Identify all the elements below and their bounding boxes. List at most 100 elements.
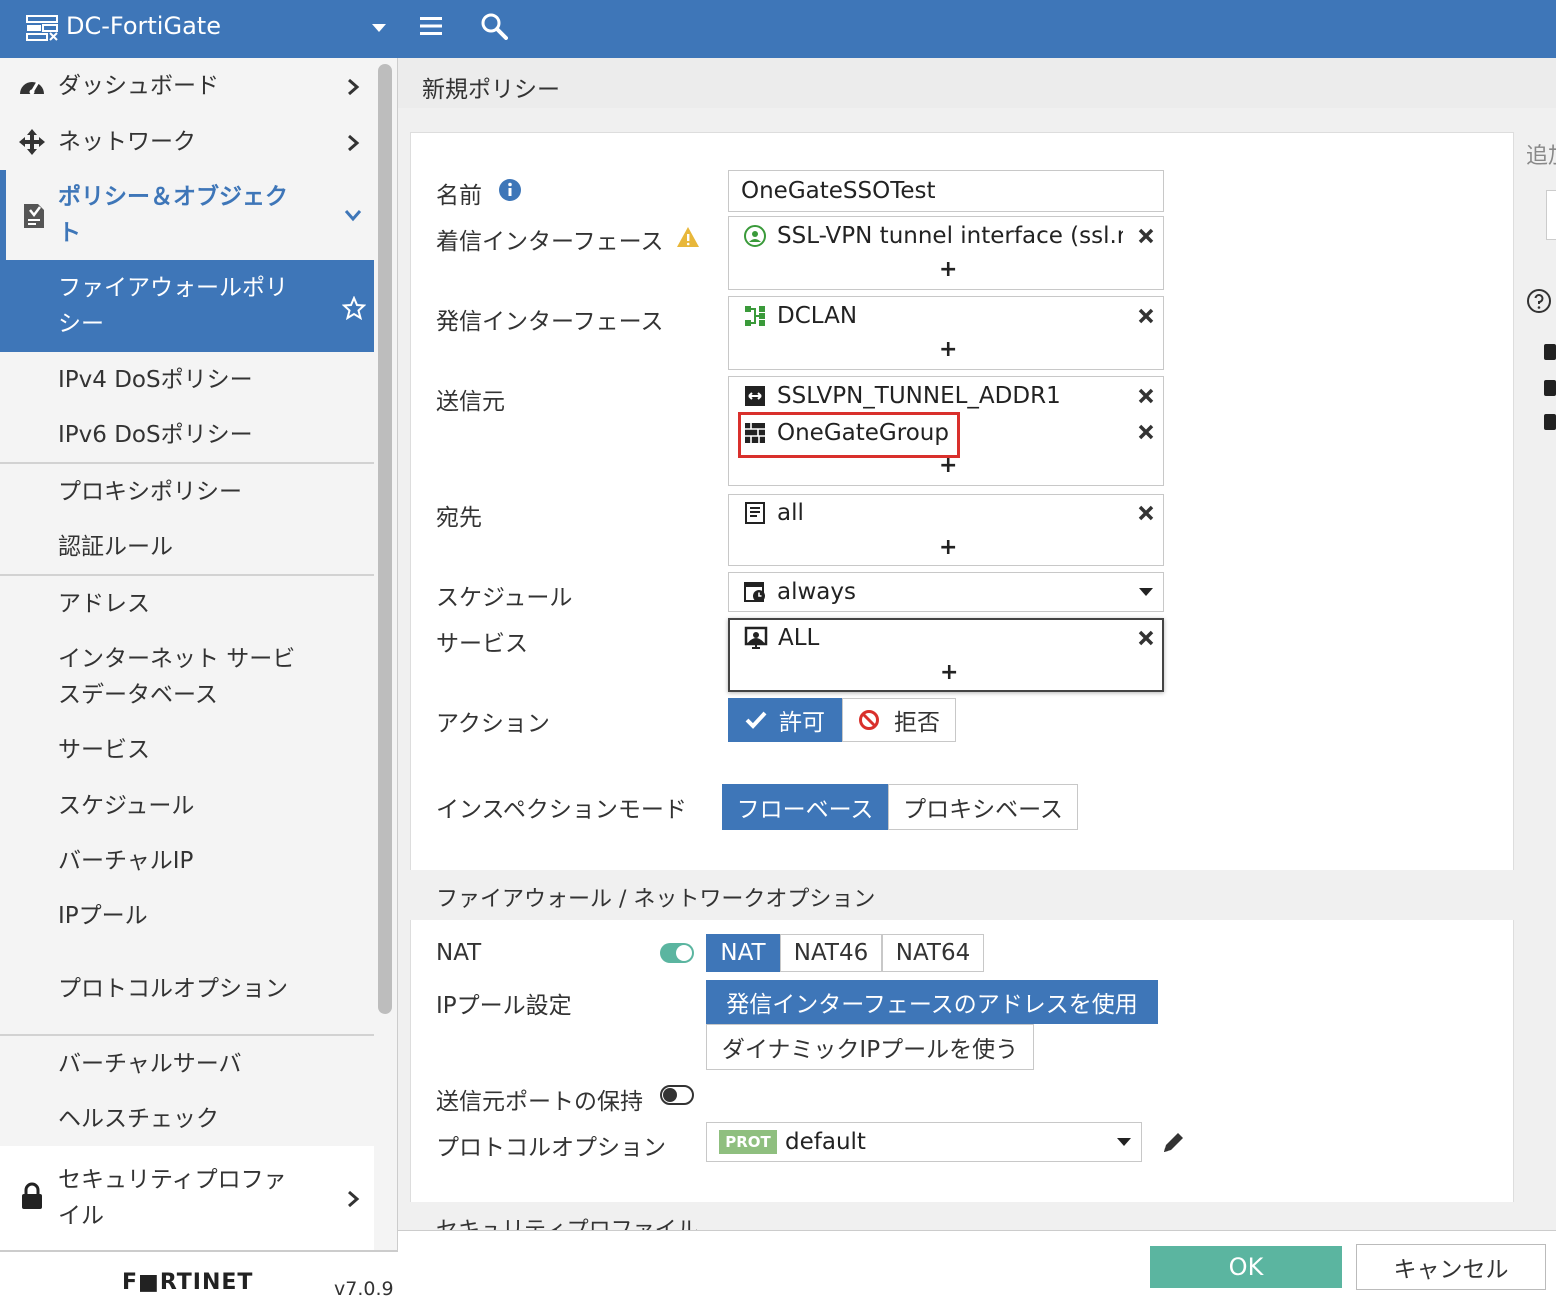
sidebar-label-health-check: ヘルスチェック xyxy=(58,1106,219,1132)
sidebar-label-virtual-ip: バーチャルIP xyxy=(58,848,194,874)
ip-pool-dynamic-button[interactable]: ダイナミックIPプールを使う xyxy=(706,1024,1034,1070)
preserve-source-port-toggle[interactable] xyxy=(660,1085,694,1105)
sidebar-item-dashboard[interactable]: ダッシュボード xyxy=(0,58,374,114)
destination-entry: all xyxy=(743,500,804,526)
sidebar-label-security-profiles: セキュリティプロファイル xyxy=(58,1167,287,1229)
inspection-mode-label: インスペクションモード xyxy=(436,797,687,823)
sidebar-item-protocol-options[interactable]: プロトコルオプション xyxy=(0,944,374,1034)
security-profiles-header: セキュリティプロファイル xyxy=(410,1202,1514,1232)
sidebar-item-internet-service-db[interactable]: インターネット サービスデータベース xyxy=(0,632,374,722)
ok-button[interactable]: OK xyxy=(1150,1246,1342,1288)
sidebar-item-virtual-ip[interactable]: バーチャルIP xyxy=(0,834,374,888)
dashboard-gauge-icon xyxy=(20,81,44,95)
sidebar-item-firewall-policy[interactable]: ファイアウォールポリシー xyxy=(0,260,374,352)
sidebar-label-services: サービス xyxy=(58,737,150,763)
sidebar-label-dashboard: ダッシュボード xyxy=(58,73,219,99)
warning-icon xyxy=(677,227,699,247)
sidebar-item-ip-pools[interactable]: IPプール xyxy=(0,888,374,944)
schedule-value: always xyxy=(777,579,856,605)
add-plus-icon[interactable]: + xyxy=(939,535,957,560)
sidebar-item-services[interactable]: サービス xyxy=(0,722,374,778)
address-range-icon xyxy=(745,386,765,406)
nat-option-nat64[interactable]: NAT64 xyxy=(882,934,984,972)
protocol-options-value: default xyxy=(785,1129,866,1155)
side-panel-title: 追加 xyxy=(1526,144,1556,169)
nat-option-nat46[interactable]: NAT46 xyxy=(780,934,882,972)
side-panel-icon xyxy=(1544,344,1556,360)
remove-icon[interactable] xyxy=(1137,423,1155,441)
schedule-select[interactable]: always xyxy=(728,572,1164,612)
sidebar-label-proxy-policy: プロキシポリシー xyxy=(58,479,242,505)
sidebar-item-ipv6-dos[interactable]: IPv6 DoSポリシー xyxy=(0,408,374,462)
checkmark-icon xyxy=(745,711,767,729)
side-panel-icon xyxy=(1544,414,1556,430)
sidebar-item-addresses[interactable]: アドレス xyxy=(0,576,374,632)
add-plus-icon[interactable]: + xyxy=(940,660,958,685)
schedule-clock-icon xyxy=(744,582,765,602)
info-icon[interactable] xyxy=(498,178,522,202)
source-label: 送信元 xyxy=(436,389,505,415)
schedule-label: スケジュール xyxy=(436,585,573,611)
incoming-interface-entry: SSL-VPN tunnel interface (ssl.roo xyxy=(743,223,1123,249)
name-input[interactable]: OneGateSSOTest xyxy=(728,170,1164,212)
inspection-mode-toggle-group: フローベース プロキシベース xyxy=(722,784,1078,830)
incoming-interface-field[interactable]: SSL-VPN tunnel interface (ssl.roo + xyxy=(728,216,1164,290)
favorite-star-icon[interactable] xyxy=(342,296,366,320)
inspection-proxy-button[interactable]: プロキシベース xyxy=(888,784,1078,830)
sidebar: ダッシュボード ネットワーク ポリシー＆オブジェクト ファイアウォールポリシー … xyxy=(0,58,398,1308)
nat-option-nat[interactable]: NAT xyxy=(706,934,780,972)
nat-toggle[interactable] xyxy=(660,943,694,963)
sidebar-item-policy-objects[interactable]: ポリシー＆オブジェクト xyxy=(0,170,374,260)
chevron-right-icon xyxy=(348,1190,360,1208)
source-entry: SSLVPN_TUNNEL_ADDR1 xyxy=(743,383,1061,409)
sidebar-label-virtual-server: バーチャルサーバ xyxy=(58,1051,242,1077)
sidebar-item-health-check[interactable]: ヘルスチェック xyxy=(0,1092,374,1146)
sidebar-label-policy-objects: ポリシー＆オブジェクト xyxy=(58,184,288,246)
destination-value: all xyxy=(777,500,804,526)
sidebar-item-auth-rules[interactable]: 認証ルール xyxy=(0,520,374,574)
sidebar-footer: F■RTINET v7.0.9 xyxy=(0,1250,398,1308)
source-value-1: SSLVPN_TUNNEL_ADDR1 xyxy=(777,383,1061,409)
side-panel-box xyxy=(1546,190,1556,240)
chevron-down-icon xyxy=(344,210,362,222)
add-plus-icon[interactable]: + xyxy=(939,337,957,362)
sidebar-label-schedules: スケジュール xyxy=(58,793,195,819)
inspection-flow-button[interactable]: フローベース xyxy=(722,784,888,830)
sidebar-item-ipv4-dos[interactable]: IPv4 DoSポリシー xyxy=(0,352,374,408)
highlight-box xyxy=(738,412,960,458)
nat-type-toggle-group: NAT NAT46 NAT64 xyxy=(706,934,984,972)
remove-icon[interactable] xyxy=(1137,629,1155,647)
service-field[interactable]: ALL + xyxy=(728,618,1164,692)
protocol-options-select[interactable]: PROT default xyxy=(706,1122,1142,1162)
remove-icon[interactable] xyxy=(1137,504,1155,522)
cancel-button[interactable]: キャンセル xyxy=(1356,1244,1546,1290)
action-accept-button[interactable]: 許可 xyxy=(728,698,842,742)
firmware-version: v7.0.9 xyxy=(334,1278,394,1300)
incoming-interface-value: SSL-VPN tunnel interface (ssl.roo xyxy=(777,223,1123,249)
action-deny-button[interactable]: 拒否 xyxy=(842,698,956,742)
hamburger-menu-icon[interactable] xyxy=(418,14,444,38)
sidebar-item-proxy-policy[interactable]: プロキシポリシー xyxy=(0,464,374,520)
sidebar-item-virtual-server[interactable]: バーチャルサーバ xyxy=(0,1036,374,1092)
nat-label: NAT xyxy=(436,940,482,966)
sidebar-scrollbar[interactable] xyxy=(378,64,392,1014)
search-icon[interactable] xyxy=(480,12,508,40)
sidebar-label-ipv6-dos: IPv6 DoSポリシー xyxy=(58,422,253,448)
ip-pool-outgoing-address-button[interactable]: 発信インターフェースのアドレスを使用 xyxy=(706,980,1158,1024)
device-dropdown-icon[interactable] xyxy=(372,24,386,32)
sidebar-label-auth-rules: 認証ルール xyxy=(58,534,173,560)
sidebar-item-schedules[interactable]: スケジュール xyxy=(0,778,374,834)
help-question-icon[interactable] xyxy=(1526,288,1552,314)
remove-icon[interactable] xyxy=(1137,227,1155,245)
chevron-right-icon xyxy=(348,134,360,152)
policy-document-icon xyxy=(24,204,44,228)
remove-icon[interactable] xyxy=(1137,307,1155,325)
outgoing-interface-field[interactable]: DCLAN + xyxy=(728,296,1164,370)
add-plus-icon[interactable]: + xyxy=(939,257,957,282)
sidebar-item-security-profiles[interactable]: セキュリティプロファイル xyxy=(0,1146,374,1250)
remove-icon[interactable] xyxy=(1137,387,1155,405)
edit-pencil-icon[interactable] xyxy=(1160,1130,1186,1156)
device-title[interactable]: DC-FortiGate xyxy=(66,12,221,40)
destination-field[interactable]: all + xyxy=(728,494,1164,566)
sidebar-item-network[interactable]: ネットワーク xyxy=(0,114,374,170)
